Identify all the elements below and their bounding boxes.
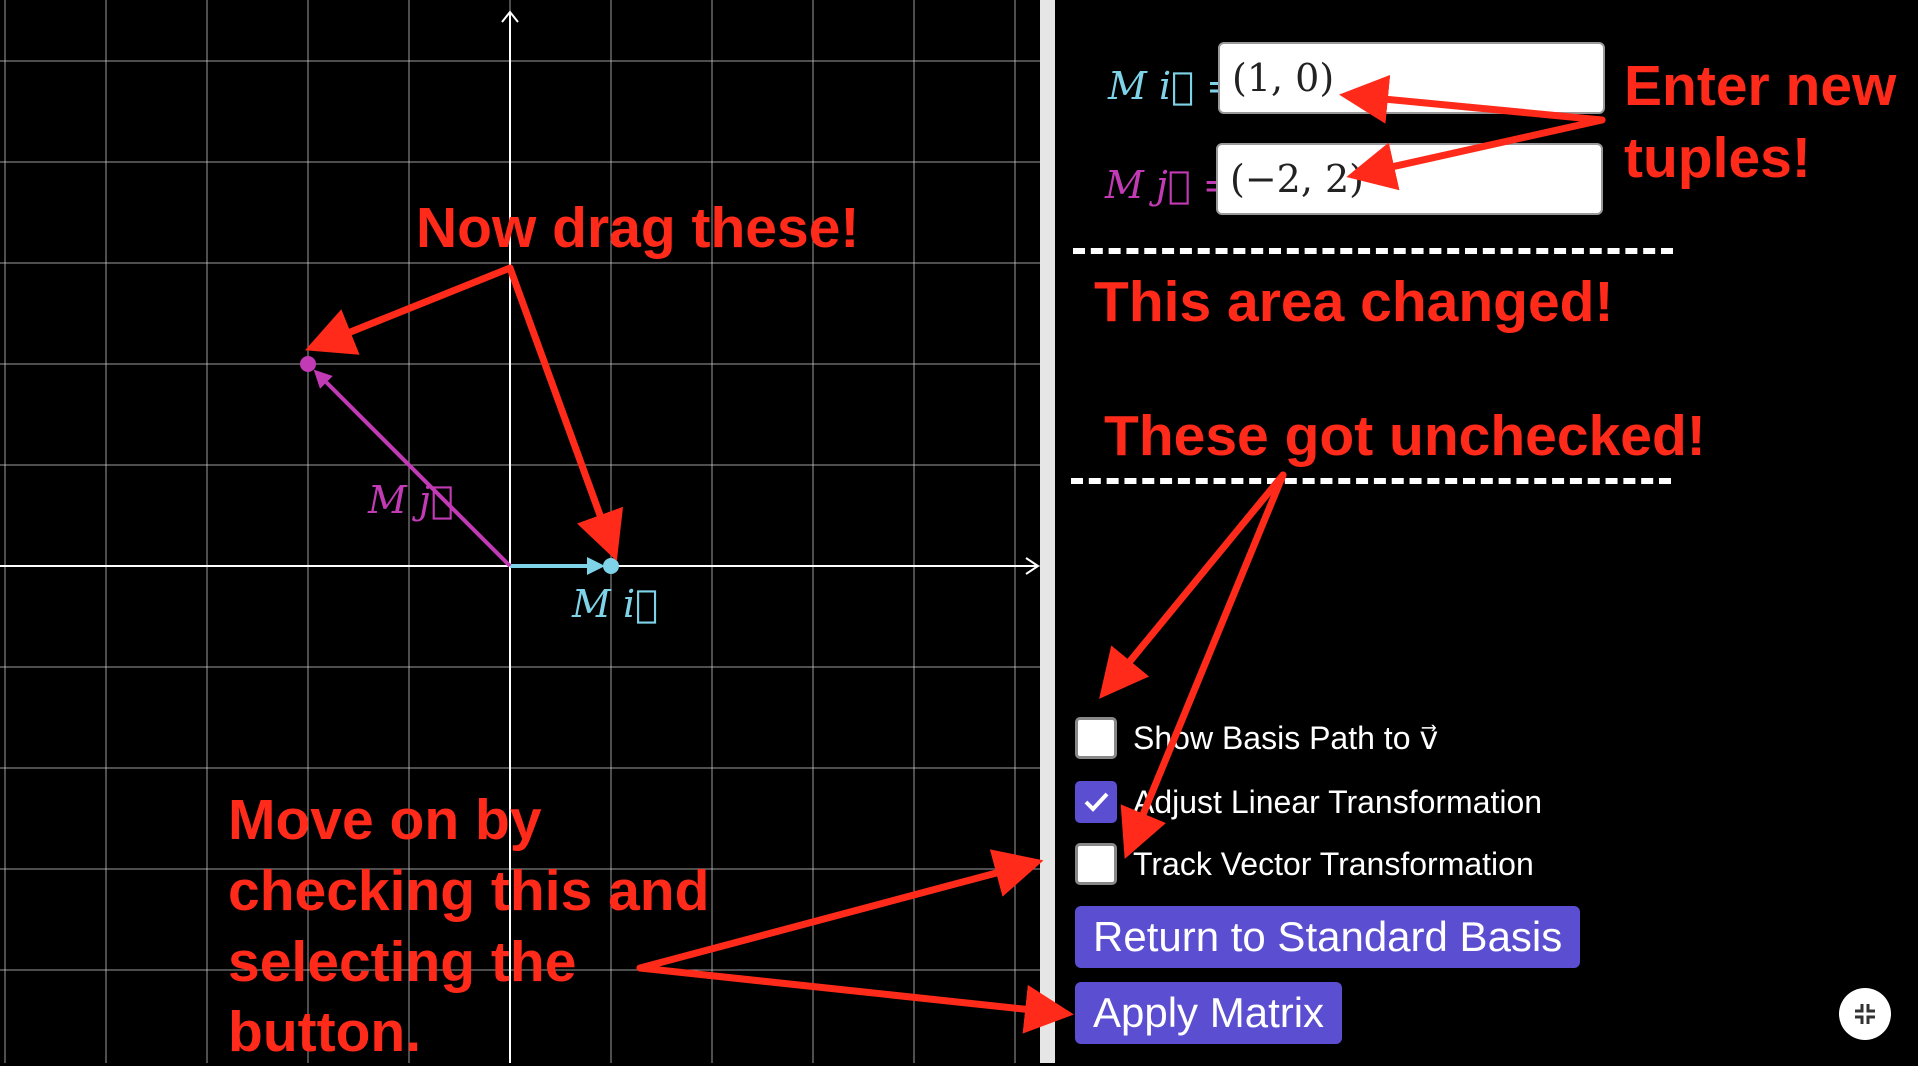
collapse-button[interactable]	[1839, 988, 1891, 1040]
checkmark-icon	[1084, 792, 1109, 812]
adjust-transform-checkbox[interactable]	[1075, 781, 1117, 823]
checkbox-row-track[interactable]: Track Vector Transformation	[1075, 840, 1534, 888]
top-divider	[1073, 248, 1673, 254]
vector-j	[324, 380, 512, 568]
checkbox-row-adjust[interactable]: Adjust Linear Transformation	[1075, 778, 1542, 826]
return-standard-basis-button[interactable]: Return to Standard Basis	[1075, 906, 1581, 968]
track-vector-label: Track Vector Transformation	[1133, 845, 1534, 882]
basis-path-label: Show Basis Path to v⃗	[1133, 720, 1439, 756]
vector-i-label: M i⃗	[572, 582, 658, 626]
basis-path-checkbox[interactable]	[1075, 717, 1117, 759]
bottom-divider	[1071, 478, 1671, 484]
annotation-enter-new: Enter new	[1624, 54, 1897, 118]
mj-input[interactable]: (−2, 2)	[1216, 143, 1603, 215]
annotation-move-on-4: button.	[228, 1000, 422, 1064]
vector-i-arrowhead	[587, 557, 605, 575]
annotation-unchecked: These got unchecked!	[1104, 404, 1706, 468]
apply-matrix-button[interactable]: Apply Matrix	[1075, 982, 1343, 1044]
annotation-move-on-2: checking this and	[228, 859, 710, 923]
checkbox-row-basis-path[interactable]: Show Basis Path to v⃗	[1075, 714, 1438, 762]
track-vector-checkbox[interactable]	[1075, 843, 1117, 885]
annotation-drag: Now drag these!	[416, 196, 860, 260]
panel-divider[interactable]	[1040, 0, 1055, 1063]
mi-input[interactable]: (1, 0)	[1218, 42, 1605, 114]
vector-j-label: M j⃗	[368, 478, 454, 522]
vector-j-handle	[300, 356, 316, 372]
adjust-transform-label: Adjust Linear Transformation	[1133, 783, 1543, 820]
annotation-move-on-3: selecting the	[228, 930, 577, 994]
vector-i-handle	[603, 558, 619, 574]
annotation-tuples: tuples!	[1624, 126, 1811, 190]
annotation-area-changed: This area changed!	[1094, 270, 1614, 334]
annotation-move-on-1: Move on by	[228, 788, 542, 852]
collapse-icon	[1855, 1004, 1875, 1024]
